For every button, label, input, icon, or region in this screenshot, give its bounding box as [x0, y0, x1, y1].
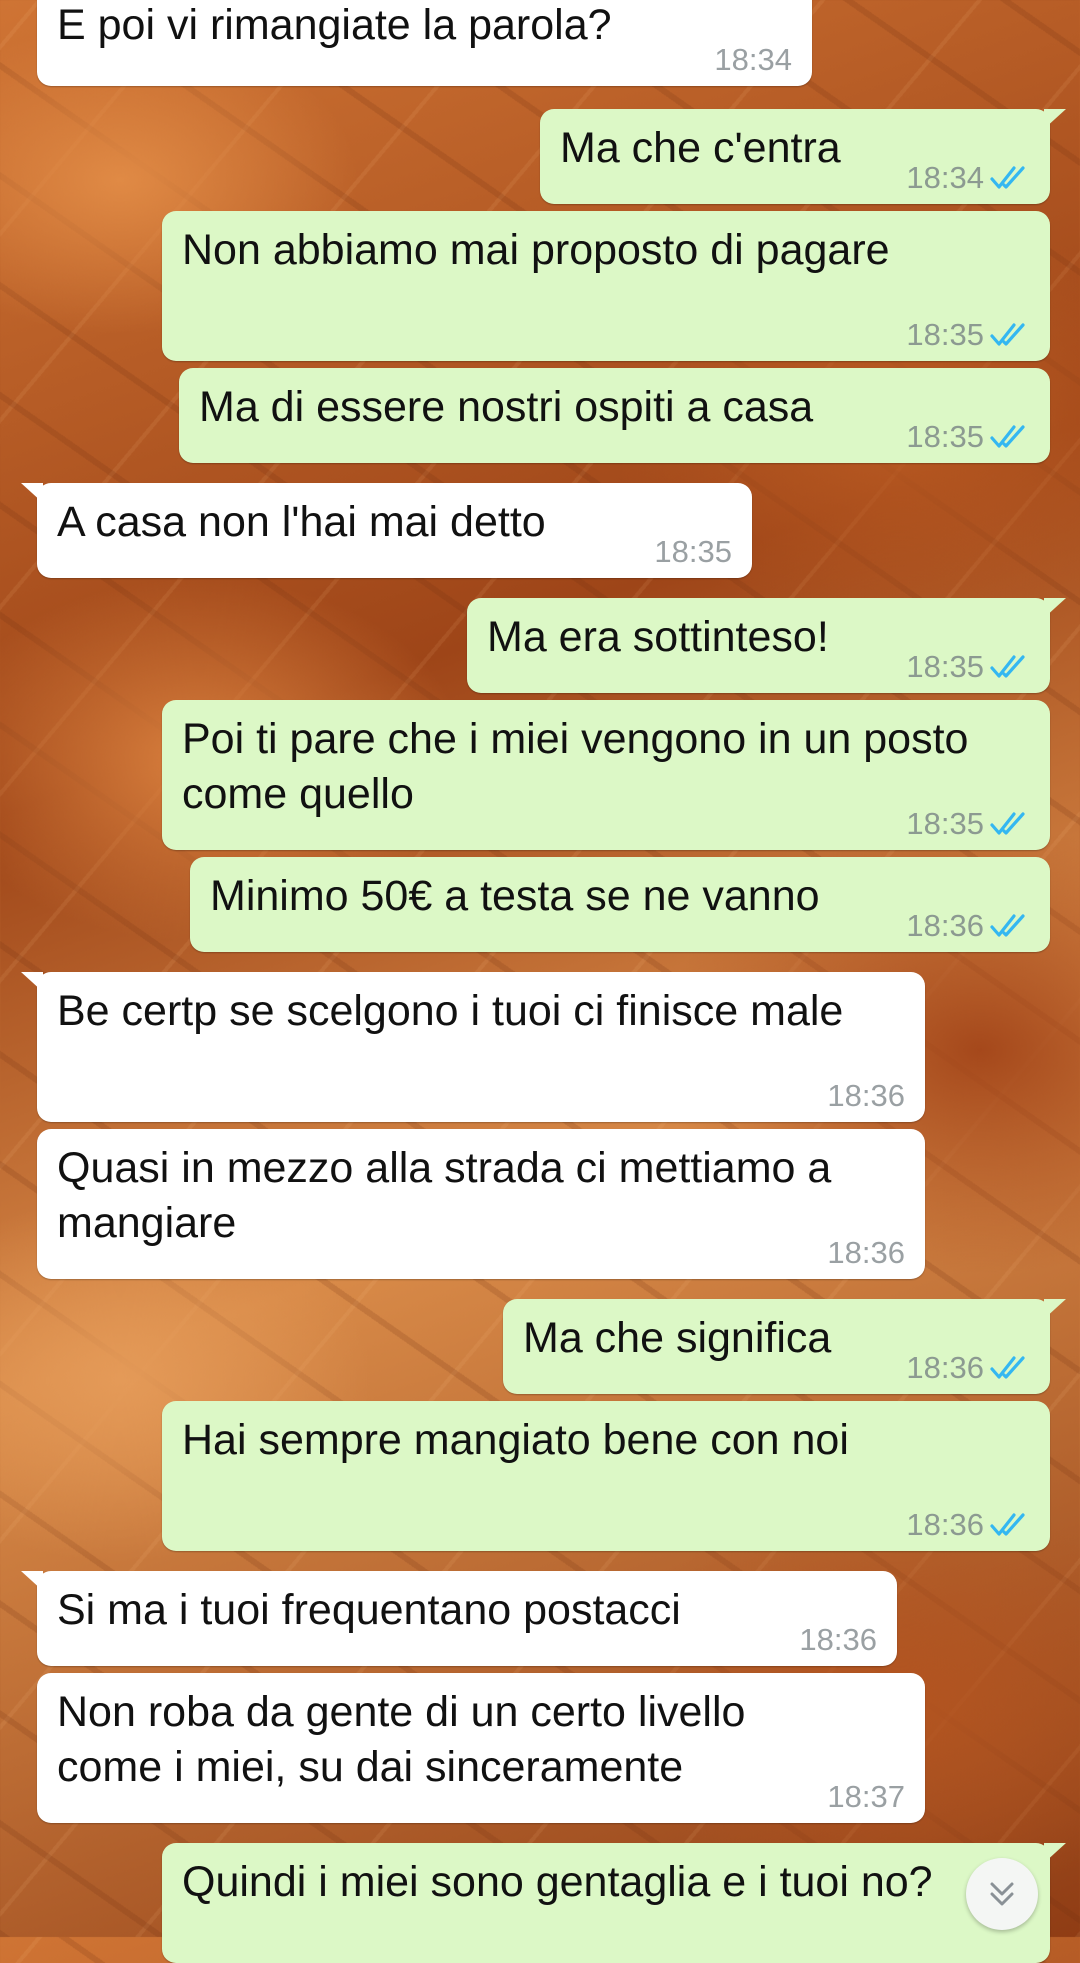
double-check-icon	[990, 323, 1025, 346]
message-time: 18:36	[906, 1350, 984, 1385]
message-time: 18:35	[654, 534, 732, 569]
double-check-icon	[990, 655, 1025, 678]
message-outgoing[interactable]: Non abbiamo mai proposto di pagare 18:35	[162, 211, 1050, 361]
message-text: Non abbiamo mai proposto di pagare	[182, 226, 890, 274]
message-incoming[interactable]: Non roba da gente di un certo livello co…	[37, 1673, 925, 1823]
message-text: Quindi i miei sono gentaglia e i tuoi no…	[182, 1858, 933, 1906]
message-time: 18:35	[906, 806, 984, 841]
message-time: 18:37	[827, 1779, 905, 1814]
message-incoming[interactable]: A casa non l'hai mai detto 18:35	[21, 483, 752, 578]
message-time: 18:36	[906, 908, 984, 943]
message-outgoing[interactable]: Hai sempre mangiato bene con noi 18:36	[162, 1401, 1050, 1551]
message-outgoing[interactable]: Minimo 50€ a testa se ne vanno 18:36	[190, 857, 1050, 952]
chevrons-down-icon	[990, 1882, 1014, 1906]
message-text: Si ma i tuoi frequentano postacci	[57, 1586, 681, 1634]
message-time: 18:35	[906, 649, 984, 684]
message-text: Hai sempre mangiato bene con noi	[182, 1416, 849, 1464]
chat-area[interactable]: E poi vi rimangiate la parola? 18:34 Ma …	[0, 0, 1080, 1963]
message-text: E poi vi rimangiate la parola?	[57, 1, 612, 49]
double-check-icon	[990, 1356, 1025, 1379]
message-time: 18:35	[906, 317, 984, 352]
message-outgoing[interactable]: Ma era sottinteso! 18:35	[467, 598, 1066, 693]
message-time: 18:36	[827, 1078, 905, 1113]
message-outgoing[interactable]: Poi ti pare che i miei vengono in un pos…	[162, 700, 1050, 850]
message-time: 18:34	[906, 160, 984, 195]
message-incoming[interactable]: Si ma i tuoi frequentano postacci 18:36	[21, 1571, 897, 1666]
double-check-icon	[990, 166, 1025, 189]
message-time: 18:36	[906, 1507, 984, 1542]
message-time: 18:36	[799, 1622, 877, 1657]
message-text: A casa non l'hai mai detto	[57, 498, 546, 546]
double-check-icon	[990, 914, 1025, 937]
message-time: 18:36	[827, 1235, 905, 1270]
message-outgoing[interactable]: Ma che c'entra 18:34	[540, 109, 1066, 204]
message-text: Poi ti pare che i miei vengono in un pos…	[182, 715, 969, 818]
message-text: Be certp se scelgono i tuoi ci finisce m…	[57, 987, 844, 1035]
message-text: Ma di essere nostri ospiti a casa	[199, 383, 814, 431]
message-incoming[interactable]: Be certp se scelgono i tuoi ci finisce m…	[21, 972, 925, 1122]
message-incoming[interactable]: E poi vi rimangiate la parola? 18:34	[37, 0, 812, 86]
double-check-icon	[990, 1513, 1025, 1536]
double-check-icon	[990, 425, 1025, 448]
double-check-icon	[990, 812, 1025, 835]
message-outgoing[interactable]: Ma che significa 18:36	[503, 1299, 1066, 1394]
message-incoming[interactable]: Quasi in mezzo alla strada ci mettiamo a…	[37, 1129, 925, 1279]
message-outgoing[interactable]: Quindi i miei sono gentaglia e i tuoi no…	[162, 1843, 1066, 1963]
message-time: 18:35	[906, 419, 984, 454]
message-text: Quasi in mezzo alla strada ci mettiamo a…	[57, 1144, 832, 1247]
message-outgoing[interactable]: Ma di essere nostri ospiti a casa 18:35	[179, 368, 1050, 463]
scroll-down-button[interactable]	[966, 1858, 1038, 1930]
message-text: Non roba da gente di un certo livello co…	[57, 1688, 746, 1791]
message-time: 18:34	[714, 42, 792, 77]
